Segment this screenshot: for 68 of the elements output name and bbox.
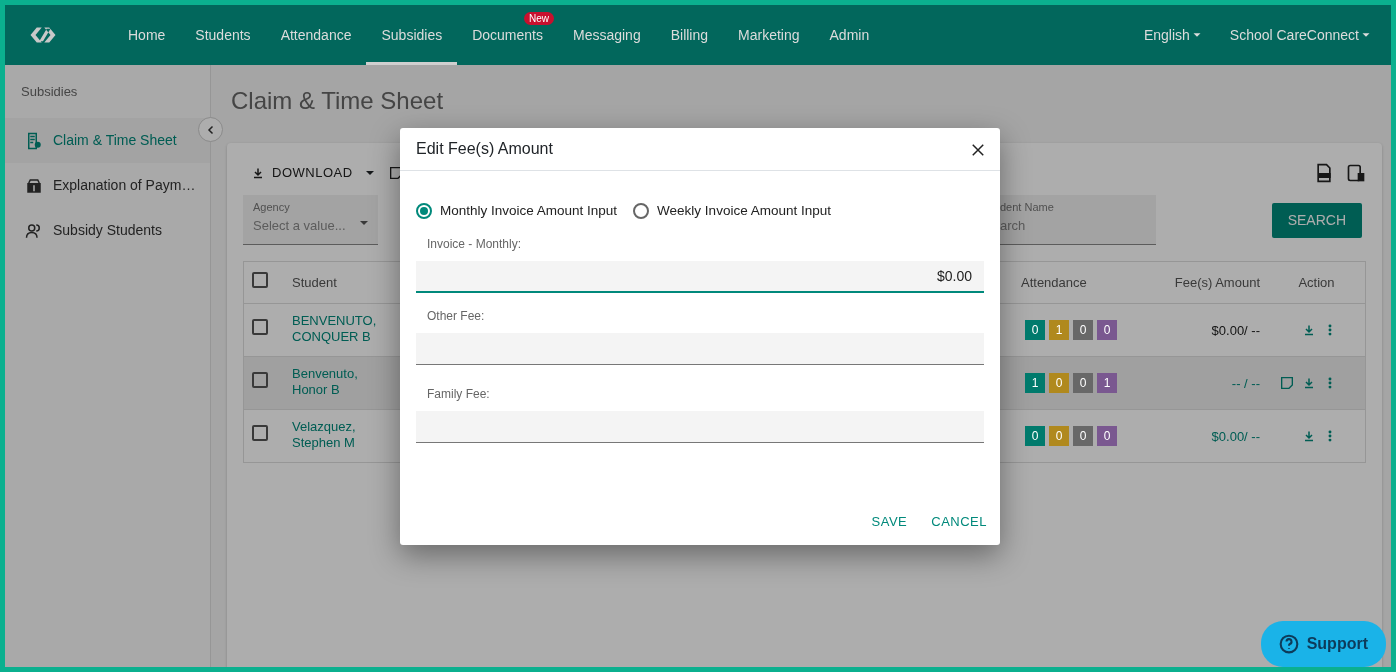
search-button[interactable]: SEARCH — [1271, 202, 1362, 238]
attendance-count: 0 — [1049, 426, 1069, 446]
nav-tab[interactable]: Home — [113, 5, 181, 65]
attendance-count: 1 — [1097, 373, 1117, 393]
cancel-button[interactable]: CANCEL — [923, 507, 995, 535]
nav-tab[interactable]: Billing — [655, 5, 724, 65]
row-checkbox[interactable] — [252, 372, 268, 388]
tablet-icon[interactable] — [1346, 163, 1366, 183]
new-badge: New — [523, 12, 554, 25]
column-header: Action — [1298, 275, 1335, 290]
support-button[interactable]: Support — [1260, 621, 1386, 667]
nav-tab[interactable]: Messaging — [558, 5, 656, 65]
radio-option[interactable]: Monthly Invoice Amount Input — [416, 201, 618, 222]
attendance-count: 1 — [1025, 373, 1045, 393]
attendance-count: 0 — [1073, 373, 1093, 393]
page-title: Claim & Time Sheet — [231, 86, 445, 116]
document-icon — [25, 131, 43, 150]
attendance-count: 0 — [1073, 320, 1093, 340]
student-link[interactable]: Velazquez, Stephen M — [292, 419, 377, 451]
input-field[interactable]: $0.00 — [416, 261, 984, 294]
input-field[interactable] — [416, 333, 984, 366]
save-button[interactable]: SAVE — [863, 507, 916, 535]
student-link[interactable]: Benvenuto, Honor B — [292, 366, 377, 398]
column-header: Attendance — [1021, 275, 1087, 290]
nav-tab[interactable]: Marketing — [723, 5, 815, 65]
close-icon — [971, 142, 985, 157]
download-icon — [252, 167, 264, 179]
nav-tab[interactable]: Admin — [814, 5, 885, 65]
sidebar-heading: Subsidies — [21, 84, 78, 99]
attendance-count: 0 — [1097, 320, 1117, 340]
nav-tab[interactable]: Subsidies — [366, 5, 458, 65]
field-label: Invoice - Monthly: — [426, 236, 523, 254]
people-icon — [25, 221, 43, 240]
dropdown-menu-button[interactable]: English — [1135, 5, 1212, 65]
sidebar-item[interactable]: Claim & Time Sheet — [5, 118, 210, 163]
attendance-count: 0 — [1073, 426, 1093, 446]
input-field[interactable] — [416, 411, 984, 444]
row-checkbox[interactable] — [252, 425, 268, 441]
field-label: Family Fee: — [426, 386, 491, 404]
row-checkbox[interactable] — [252, 319, 268, 335]
dropdown-menu-button[interactable]: School CareConnect — [1221, 5, 1381, 65]
field-label: Other Fee: — [426, 308, 486, 326]
agency-select[interactable]: Agency Select a value... — [243, 195, 378, 245]
download-button[interactable]: DOWNLOAD — [243, 158, 362, 188]
attendance-count: 1 — [1049, 320, 1069, 340]
nav-tab[interactable]: Attendance — [265, 5, 367, 65]
radio-option[interactable]: Weekly Invoice Amount Input — [633, 201, 831, 222]
sidebar-item[interactable]: Subsidy Students — [5, 208, 210, 253]
dialog-title: Edit Fee(s) Amount — [416, 139, 553, 159]
column-header: Fee(s) Amount — [1174, 275, 1260, 290]
attendance-count: 0 — [1097, 426, 1117, 446]
download-icon[interactable] — [1303, 324, 1315, 336]
download-icon[interactable] — [1303, 430, 1315, 442]
fee-amount: $0.00/ -- — [1211, 322, 1260, 339]
sidebar-item[interactable]: Explanation of Paym… — [5, 163, 210, 208]
attendance-count: 0 — [1025, 426, 1045, 446]
help-icon — [1278, 634, 1299, 654]
column-header: Student — [292, 275, 337, 290]
bank-icon — [25, 176, 43, 195]
attendance-count: 0 — [1049, 373, 1069, 393]
download-icon[interactable] — [1303, 377, 1315, 389]
nav-tab[interactable]: Students — [180, 5, 266, 65]
xls-file-icon[interactable] — [1314, 163, 1334, 183]
fee-amount: -- / -- — [1231, 375, 1260, 392]
student-link[interactable]: BENVENUTO, CONQUER B — [292, 313, 377, 345]
attendance-count: 0 — [1025, 320, 1045, 340]
select-all-checkbox[interactable] — [252, 271, 268, 288]
fee-amount: $0.00/ -- — [1211, 428, 1260, 445]
